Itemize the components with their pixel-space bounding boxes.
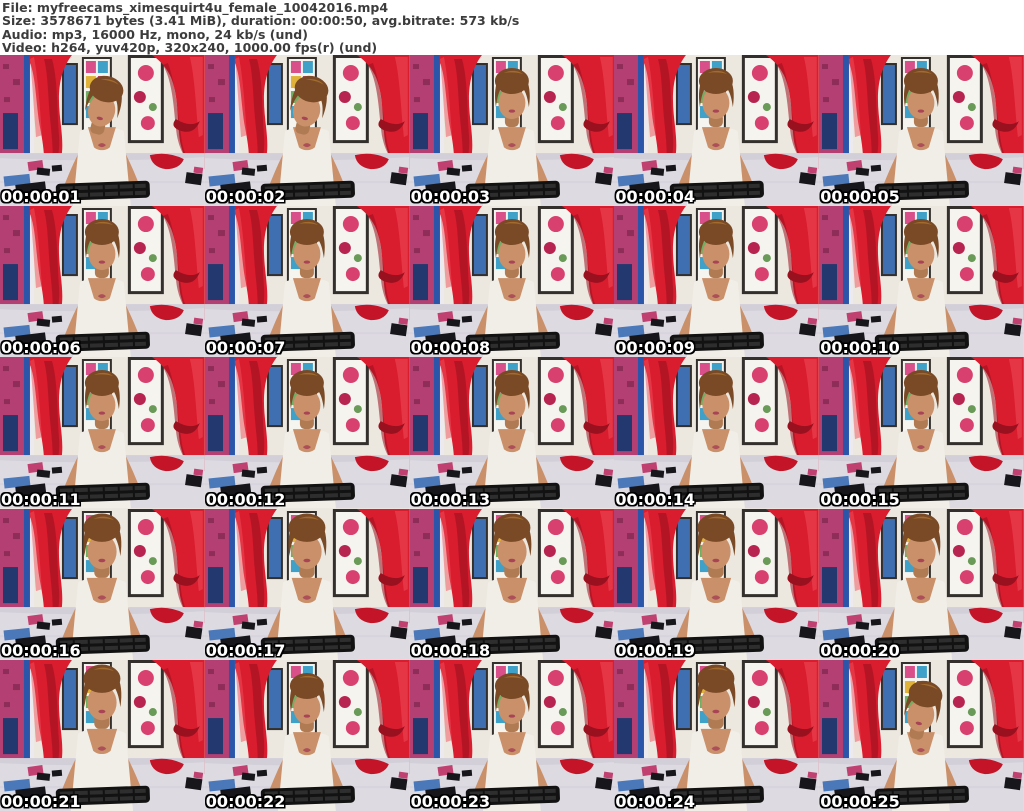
thumbnail-scene [204,206,410,358]
video-thumbnail: 00:00:24 [614,659,820,811]
video-thumbnail: 00:00:17 [204,508,410,660]
thumbnail-scene [409,357,615,509]
thumbnail-timestamp: 00:00:14 [615,489,695,509]
video-thumbnail: 00:00:04 [614,55,820,207]
video-thumbnail: 00:00:12 [204,357,410,509]
thumbnail-timestamp: 00:00:22 [205,791,286,811]
thumbnail-scene [0,659,205,811]
thumbnail-scene [409,659,615,811]
thumbnail-timestamp: 00:00:05 [820,187,900,207]
video-thumbnail: 00:00:14 [614,357,820,509]
thumbnail-scene [204,508,410,660]
thumbnail-scene [204,357,410,509]
thumbnail-timestamp: 00:00:19 [615,640,695,660]
thumbnail-timestamp: 00:00:01 [1,187,81,207]
video-thumbnail: 00:00:08 [409,206,615,358]
thumbnail-timestamp: 00:00:10 [820,338,900,358]
thumbnail-scene [614,659,820,811]
video-thumbnail: 00:00:07 [204,206,410,358]
thumbnail-timestamp: 00:00:11 [1,489,81,509]
thumbnail-timestamp: 00:00:13 [410,489,491,509]
thumbnail-scene [204,659,410,811]
size-info-line: Size: 3578671 bytes (3.41 MiB), duration… [2,13,520,29]
thumbnail-timestamp: 00:00:03 [410,187,491,207]
thumbnail-scene [819,357,1024,509]
thumbnail-scene [409,508,615,660]
video-thumbnail: 00:00:21 [0,659,205,811]
thumbnail-timestamp: 00:00:12 [205,489,286,509]
thumbnail-scene [204,55,410,207]
video-thumbnail: 00:00:16 [0,508,205,660]
media-info-header: File: myfreecams_ximesquirt4u_female_100… [0,0,1024,55]
thumbnail-scene [0,206,205,358]
video-thumbnail: 00:00:05 [819,55,1024,207]
video-thumbnail: 00:00:19 [614,508,820,660]
video-thumbnail: 00:00:06 [0,206,205,358]
thumbnail-timestamp: 00:00:02 [205,187,286,207]
video-thumbnail: 00:00:25 [819,659,1024,811]
thumbnail-timestamp: 00:00:07 [205,338,286,358]
thumbnail-scene [614,55,820,207]
thumbnail-timestamp: 00:00:09 [615,338,695,358]
thumbnail-scene [409,206,615,358]
video-thumbnail: 00:00:09 [614,206,820,358]
video-thumbnail: 00:00:01 [0,55,205,207]
video-info-line: Video: h264, yuv420p, 320x240, 1000.00 f… [2,40,378,56]
video-thumbnail: 00:00:18 [409,508,615,660]
thumbnail-timestamp: 00:00:18 [410,640,491,660]
thumbnail-scene [614,508,820,660]
thumbnail-scene [819,206,1024,358]
thumbnail-timestamp: 00:00:06 [1,338,81,358]
thumbnail-scene [819,55,1024,207]
video-thumbnail: 00:00:23 [409,659,615,811]
thumbnail-scene [0,357,205,509]
thumbnail-scene [819,508,1024,660]
video-thumbnail: 00:00:20 [819,508,1024,660]
thumbnail-timestamp: 00:00:15 [820,489,900,509]
thumbnail-scene [819,659,1024,811]
video-thumbnail: 00:00:02 [204,55,410,207]
audio-info-line: Audio: mp3, 16000 Hz, mono, 24 kb/s (und… [2,26,308,42]
thumbnail-timestamp: 00:00:17 [205,640,286,660]
thumbnail-scene [614,357,820,509]
video-thumbnail: 00:00:15 [819,357,1024,509]
thumbnail-scene [0,55,205,207]
video-thumbnail: 00:00:03 [409,55,615,207]
thumbnail-timestamp: 00:00:04 [615,187,695,207]
thumbnail-timestamp: 00:00:08 [410,338,491,358]
thumbnail-timestamp: 00:00:24 [615,791,695,811]
video-thumbnail: 00:00:11 [0,357,205,509]
thumbnail-scene [614,206,820,358]
thumbnail-timestamp: 00:00:25 [820,791,900,811]
video-thumbnail: 00:00:10 [819,206,1024,358]
file-info-line: File: myfreecams_ximesquirt4u_female_100… [2,0,389,15]
thumbnail-timestamp: 00:00:23 [410,791,491,811]
video-thumbnail: 00:00:22 [204,659,410,811]
thumbnail-timestamp: 00:00:16 [1,640,81,660]
thumbnail-grid: 00:00:01 00:00:02 00:00:03 00:00:04 00:0… [0,55,1024,811]
thumbnail-scene [0,508,205,660]
thumbnail-scene [409,55,615,207]
thumbnail-timestamp: 00:00:21 [1,791,81,811]
thumbnail-timestamp: 00:00:20 [820,640,900,660]
video-thumbnail: 00:00:13 [409,357,615,509]
